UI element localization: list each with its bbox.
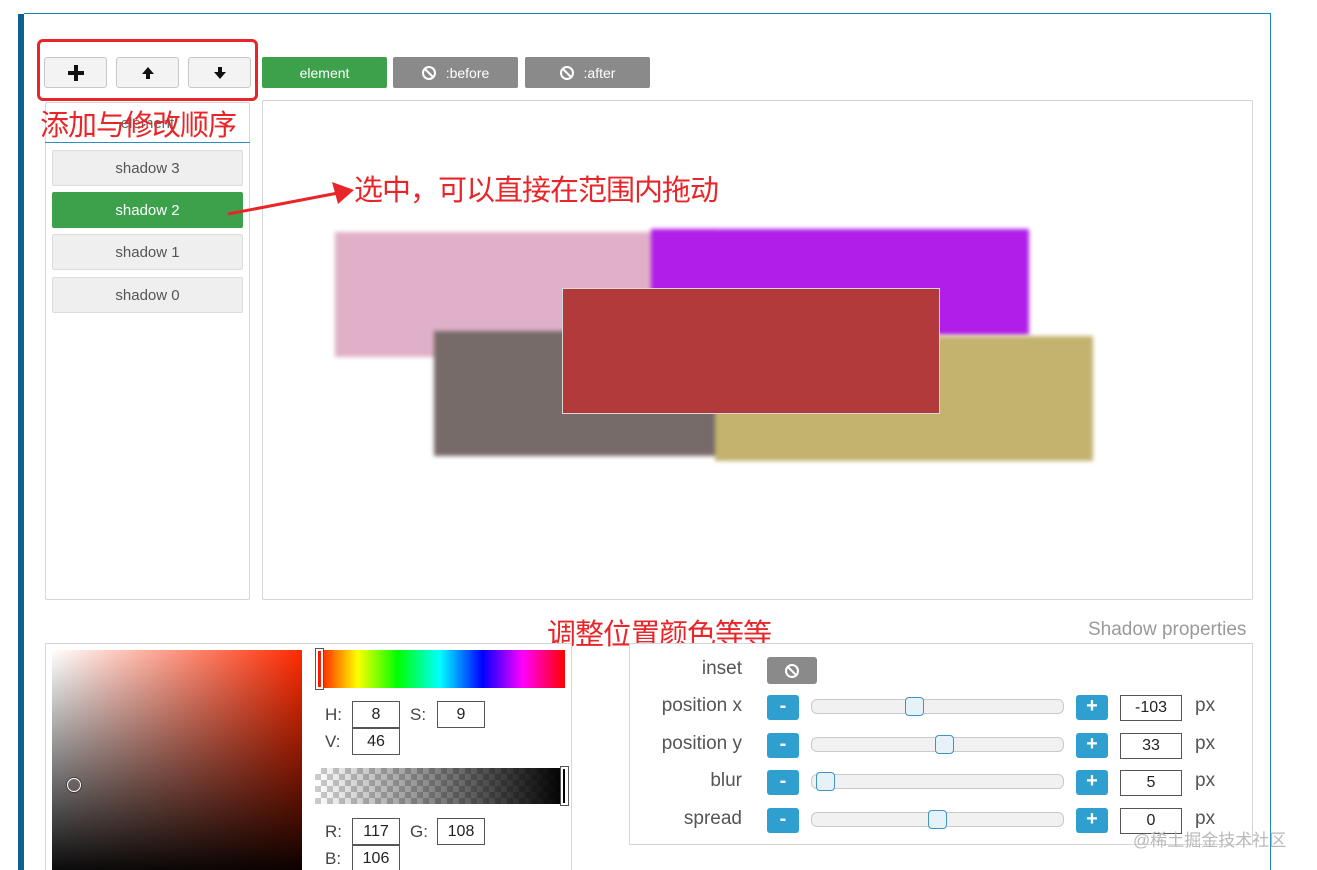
- red-label: R:: [325, 822, 342, 841]
- position-x-decrement-button[interactable]: -: [767, 695, 799, 720]
- annotation-arrow: [227, 182, 354, 216]
- color-cursor[interactable]: [67, 778, 81, 792]
- hue-slider[interactable]: [315, 650, 565, 688]
- blur-increment-button[interactable]: +: [1076, 770, 1108, 795]
- blur-input[interactable]: 5: [1120, 770, 1182, 796]
- shadow-list-item[interactable]: shadow 1: [52, 234, 243, 270]
- position-y-input[interactable]: 33: [1120, 733, 1182, 759]
- blur-unit: px: [1195, 770, 1216, 791]
- annotation-box: [37, 39, 258, 101]
- position-y-increment-button[interactable]: +: [1076, 733, 1108, 758]
- saturation-value-picker[interactable]: [52, 650, 302, 870]
- spread-decrement-button[interactable]: -: [767, 808, 799, 833]
- position-y-unit: px: [1195, 733, 1216, 754]
- hue-input[interactable]: 8: [352, 701, 400, 728]
- hue-label: H:: [325, 705, 342, 724]
- top-border: [24, 13, 1271, 14]
- tab-after-label: :after: [583, 64, 616, 81]
- spread-slider-handle[interactable]: [928, 810, 947, 829]
- app-root: element :before :after element shadow 3 …: [0, 0, 1317, 870]
- position-x-unit: px: [1195, 695, 1216, 716]
- left-accent-bar: [18, 14, 24, 870]
- position-x-label: position x: [661, 695, 742, 716]
- disabled-icon: [785, 663, 799, 678]
- value-input[interactable]: 46: [352, 728, 400, 755]
- disabled-icon: [421, 65, 436, 80]
- annotation-drag: 选中，可以直接在范围内拖动: [354, 173, 719, 207]
- saturation-label: S:: [410, 705, 427, 724]
- alpha-slider[interactable]: [315, 768, 565, 804]
- blur-slider-handle[interactable]: [816, 772, 835, 791]
- blur-slider[interactable]: [811, 774, 1064, 789]
- element-preview[interactable]: [562, 288, 940, 414]
- shadow-properties-title: Shadow properties: [1088, 619, 1247, 640]
- blur-label: blur: [710, 770, 742, 791]
- position-x-input[interactable]: -103: [1120, 695, 1182, 721]
- inset-toggle[interactable]: [767, 657, 817, 684]
- green-label: G:: [410, 822, 428, 841]
- tab-before-label: :before: [445, 64, 490, 81]
- position-y-slider-handle[interactable]: [935, 735, 954, 754]
- shadow-list-item-selected[interactable]: shadow 2: [52, 192, 243, 228]
- spread-label: spread: [683, 808, 742, 829]
- position-y-decrement-button[interactable]: -: [767, 733, 799, 758]
- red-input[interactable]: 117: [352, 818, 400, 845]
- shadow-list-item[interactable]: shadow 3: [52, 150, 243, 186]
- spread-increment-button[interactable]: +: [1076, 808, 1108, 833]
- watermark: @稀土掘金技术社区: [1133, 831, 1287, 850]
- blur-decrement-button[interactable]: -: [767, 770, 799, 795]
- disabled-icon: [559, 65, 574, 80]
- position-y-label: position y: [661, 733, 742, 754]
- position-x-slider-handle[interactable]: [905, 697, 924, 716]
- tab-after[interactable]: :after: [525, 57, 650, 88]
- position-x-slider[interactable]: [811, 699, 1064, 714]
- saturation-input[interactable]: 9: [437, 701, 485, 728]
- blue-label: B:: [325, 849, 342, 868]
- inset-label: inset: [701, 658, 742, 679]
- value-label: V:: [325, 732, 341, 751]
- shadow-list-item[interactable]: shadow 0: [52, 277, 243, 313]
- tab-before[interactable]: :before: [393, 57, 518, 88]
- tab-element[interactable]: element: [262, 57, 387, 88]
- blue-input[interactable]: 106: [352, 845, 400, 870]
- right-border: [1270, 13, 1271, 870]
- green-input[interactable]: 108: [437, 818, 485, 845]
- hue-slider-handle[interactable]: [316, 649, 323, 689]
- annotation-order: 添加与修改顺序: [40, 108, 237, 142]
- position-x-increment-button[interactable]: +: [1076, 695, 1108, 720]
- tab-element-label: element: [299, 64, 350, 81]
- alpha-slider-handle[interactable]: [561, 767, 568, 805]
